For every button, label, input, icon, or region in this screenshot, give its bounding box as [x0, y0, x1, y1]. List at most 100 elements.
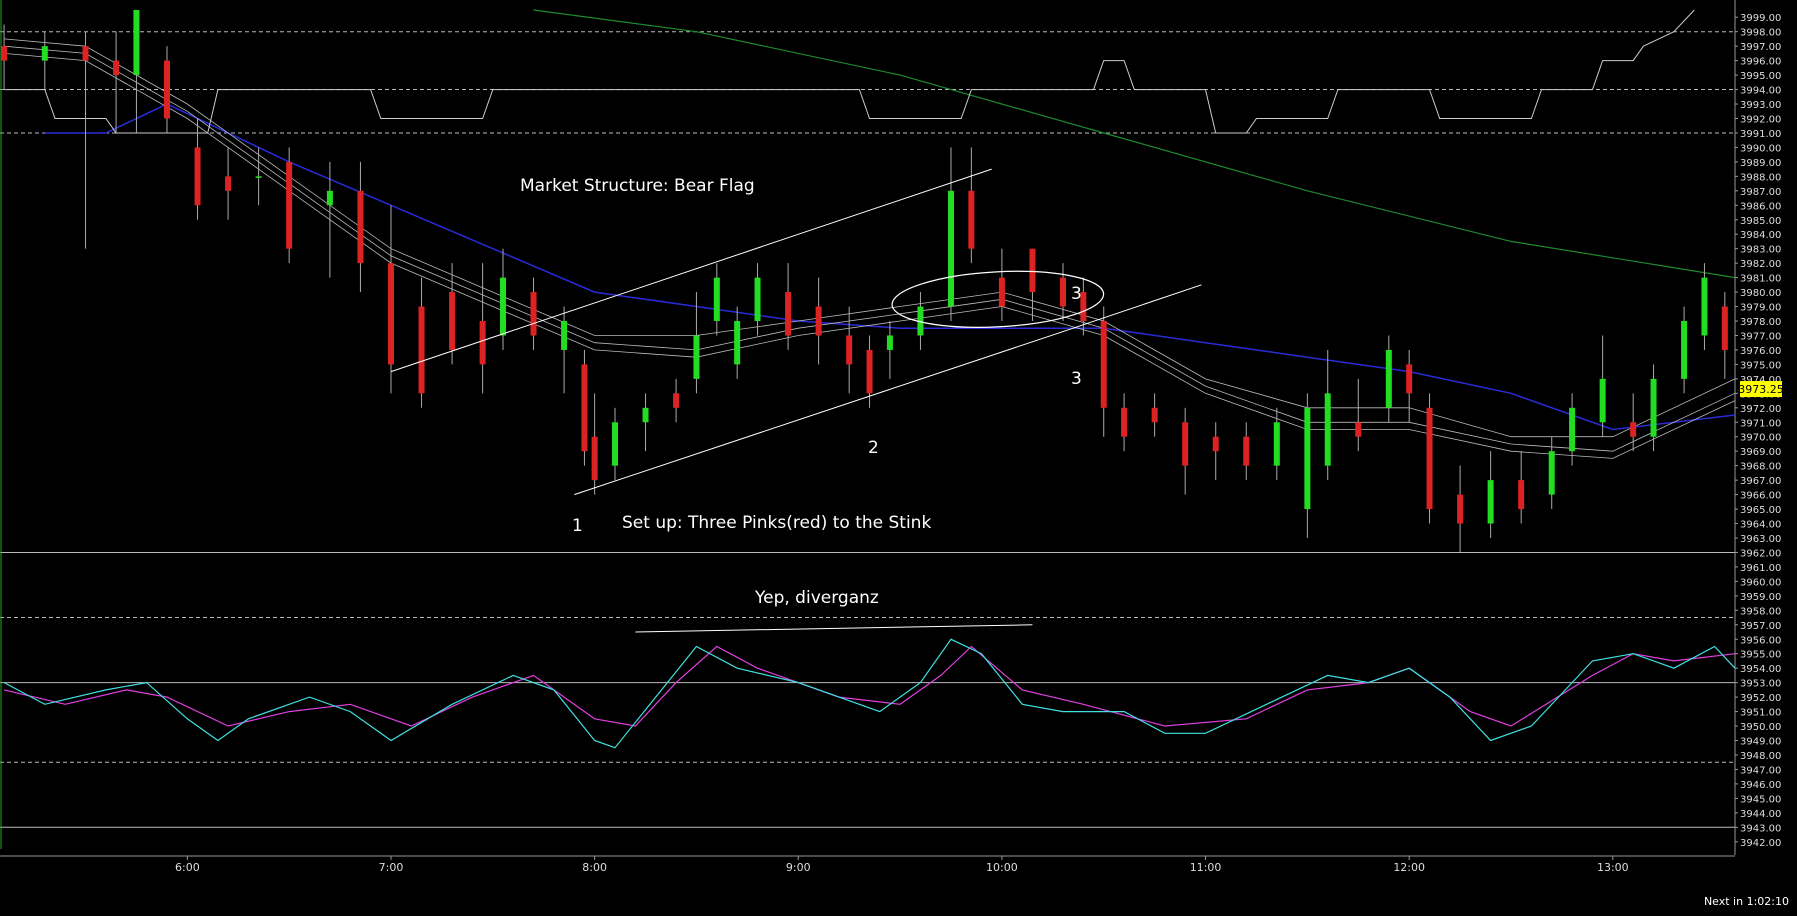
- price-tick-label: 3989.00: [1740, 158, 1781, 169]
- bull-candle: [1304, 407, 1311, 510]
- bear-candle: [357, 190, 364, 264]
- price-tick-label: 3993.00: [1740, 100, 1781, 111]
- channel-lower-line: [574, 327, 1074, 496]
- time-tick-label: 10:00: [986, 861, 1018, 874]
- bear-candle: [286, 161, 293, 249]
- annotation-point-1: 1: [572, 516, 583, 536]
- bull-candle: [1681, 321, 1688, 379]
- drawings: [390, 168, 1202, 496]
- annotation-point-3a: 3: [1071, 284, 1082, 304]
- price-tick-label: 3990.00: [1740, 143, 1781, 154]
- bear-candle: [1151, 407, 1158, 423]
- bear-candle: [1518, 480, 1525, 510]
- bull-candle: [326, 190, 333, 206]
- time-tick-label: 7:00: [379, 861, 404, 874]
- price-tick-label: 3959.00: [1740, 592, 1781, 603]
- time-tick-label: 13:00: [1597, 861, 1629, 874]
- price-tick-label: 3998.00: [1740, 28, 1781, 39]
- price-tick-label: 3991.00: [1740, 129, 1781, 140]
- sma-long-line: [533, 9, 1736, 279]
- price-tick-label: 3961.00: [1740, 563, 1781, 574]
- next-bar-countdown: Next in 1:02:10: [1703, 895, 1789, 908]
- time-axis: 6:00 7:00 8:00 9:00 10:00 11:00 12:00 13:00: [0, 855, 1735, 874]
- bear-candle: [479, 321, 486, 365]
- price-tick-label: 3985.00: [1740, 216, 1781, 227]
- bull-candle: [1487, 480, 1494, 524]
- bull-candle: [1701, 277, 1708, 336]
- bull-candle: [947, 190, 954, 307]
- step-line: [4, 9, 1695, 134]
- bear-candle: [163, 60, 170, 119]
- price-tick-label: 3964.00: [1740, 520, 1781, 531]
- price-tick-label: 3950.00: [1740, 722, 1781, 733]
- bear-candle: [530, 292, 537, 336]
- bull-candle: [1650, 378, 1657, 437]
- price-axis: 3999.00 3998.00 3997.00 3996.00 3995.00 3994.…: [1734, 0, 1781, 855]
- price-tick-label: 3955.00: [1740, 650, 1781, 661]
- bull-candle: [754, 277, 761, 322]
- price-tick-label: 3992.00: [1740, 114, 1781, 125]
- bull-candle: [693, 335, 700, 379]
- price-tick-label: 3963.00: [1740, 534, 1781, 545]
- price-tick-label: 3951.00: [1740, 708, 1781, 719]
- price-tick-label: 3982.00: [1740, 259, 1781, 270]
- bear-candle: [866, 349, 873, 394]
- bear-candle: [1406, 364, 1413, 394]
- price-tick-label: 3956.00: [1740, 635, 1781, 646]
- bull-candle: [561, 321, 568, 350]
- bear-candle: [225, 176, 232, 191]
- price-tick-label: 3971.00: [1740, 418, 1781, 429]
- stoch-d-line: [3, 645, 1736, 727]
- bull-candle: [1599, 378, 1606, 423]
- bull-candle: [255, 176, 262, 178]
- bull-candle: [1569, 407, 1576, 452]
- bear-candle: [82, 46, 89, 61]
- annotation-market-structure: Market Structure: Bear Flag: [520, 176, 755, 196]
- time-tick-label: 6:00: [175, 861, 200, 874]
- price-tick-label: 3983.00: [1740, 245, 1781, 256]
- bear-candle: [449, 292, 456, 350]
- bear-candle: [673, 393, 680, 408]
- annotation-setup: Set up: Three Pinks(red) to the Stink: [622, 513, 931, 533]
- price-tick-label: 3986.00: [1740, 201, 1781, 212]
- bear-candle: [1355, 422, 1362, 437]
- bear-candle: [1721, 306, 1728, 350]
- price-tick-label: 3962.00: [1740, 548, 1781, 559]
- price-tick-label: 3981.00: [1740, 274, 1781, 285]
- price-tick-label: 3980.00: [1740, 288, 1781, 299]
- price-tick-label: 3944.00: [1740, 809, 1781, 820]
- bear-candle: [1100, 321, 1107, 408]
- bear-candle: [1630, 422, 1637, 437]
- price-tick-label: 3957.00: [1740, 621, 1781, 632]
- price-tick-label: 3948.00: [1740, 751, 1781, 762]
- price-tick-label: 3953.00: [1740, 679, 1781, 690]
- bull-candle: [886, 335, 893, 350]
- bull-candle: [713, 277, 720, 322]
- price-tick-label: 3969.00: [1740, 447, 1781, 458]
- price-tick-label: 3968.00: [1740, 462, 1781, 473]
- price-tick-label: 3966.00: [1740, 491, 1781, 502]
- stochastic-oscillator: [3, 624, 1736, 749]
- ema-line: [44, 103, 1736, 431]
- price-tick-label: 3996.00: [1740, 57, 1781, 68]
- price-tick-label: 3943.00: [1740, 823, 1781, 834]
- price-tick-label: 3984.00: [1740, 230, 1781, 241]
- price-tick-label: 3995.00: [1740, 71, 1781, 82]
- bull-candle: [1324, 393, 1331, 466]
- bear-candle: [998, 277, 1005, 307]
- bear-candle: [387, 263, 394, 365]
- price-tag-label: 3973.25: [1738, 383, 1784, 396]
- price-tick-label: 3952.00: [1740, 693, 1781, 704]
- annotation-point-2: 2: [868, 438, 879, 458]
- price-tick-label: 3965.00: [1740, 505, 1781, 516]
- price-tick-label: 3979.00: [1740, 303, 1781, 314]
- price-tick-label: 3967.00: [1740, 476, 1781, 487]
- price-tick-label: 3949.00: [1740, 737, 1781, 748]
- bull-candle: [41, 46, 48, 61]
- bull-candle: [1385, 349, 1392, 408]
- price-tick-label: 3978.00: [1740, 317, 1781, 328]
- price-tick-label: 3970.00: [1740, 433, 1781, 444]
- bear-candle: [1182, 422, 1189, 466]
- bull-candle: [133, 10, 140, 76]
- price-chart: 3999.00 3998.00 3997.00 3996.00 3995.00 3994.…: [0, 0, 1784, 874]
